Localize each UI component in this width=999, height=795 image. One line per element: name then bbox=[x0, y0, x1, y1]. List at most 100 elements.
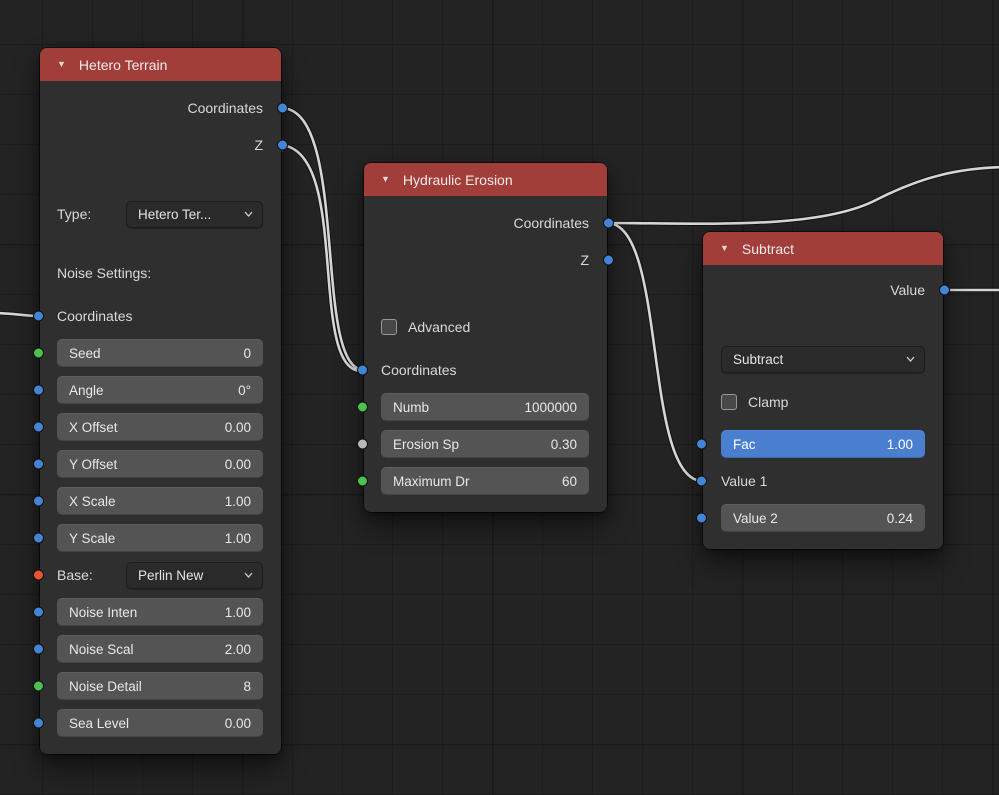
y-scale-slider[interactable]: Y Scale 1.00 bbox=[57, 524, 263, 552]
socket-input-fac[interactable] bbox=[696, 439, 707, 450]
field-label: Noise Inten bbox=[69, 605, 137, 620]
maximum-drops-slider[interactable]: Maximum Dr 60 bbox=[381, 467, 589, 495]
angle-slider[interactable]: Angle 0° bbox=[57, 376, 263, 404]
socket-input-sea-level[interactable] bbox=[33, 718, 44, 729]
output-coordinates: Coordinates bbox=[57, 94, 263, 122]
node-body: Coordinates Z Advanced Coordinates Numb bbox=[364, 196, 607, 512]
input-label: Value 1 bbox=[721, 473, 767, 489]
node-title: Hydraulic Erosion bbox=[403, 172, 513, 188]
node-header-subtract[interactable]: ▼ Subtract bbox=[703, 232, 943, 265]
node-hydraulic-erosion[interactable]: ▼ Hydraulic Erosion Coordinates Z Advanc… bbox=[364, 163, 607, 512]
value2-slider[interactable]: Value 2 0.24 bbox=[721, 504, 925, 532]
node-editor-canvas[interactable]: ▼ Hetero Terrain Coordinates Z Type: Het… bbox=[0, 0, 999, 795]
socket-output-coordinates[interactable] bbox=[603, 218, 614, 229]
clamp-row: Clamp bbox=[721, 388, 925, 416]
input-angle: Angle 0° bbox=[57, 376, 263, 404]
collapse-arrow-icon[interactable]: ▼ bbox=[381, 175, 390, 184]
input-y-scale: Y Scale 1.00 bbox=[57, 524, 263, 552]
socket-input-value2[interactable] bbox=[696, 513, 707, 524]
field-value: 0.00 bbox=[225, 457, 251, 472]
socket-input-noise-intensity[interactable] bbox=[33, 607, 44, 618]
sea-level-slider[interactable]: Sea Level 0.00 bbox=[57, 709, 263, 737]
socket-input-coordinates[interactable] bbox=[357, 365, 368, 376]
y-offset-slider[interactable]: Y Offset 0.00 bbox=[57, 450, 263, 478]
input-erosion-speed: Erosion Sp 0.30 bbox=[381, 430, 589, 458]
socket-input-angle[interactable] bbox=[33, 385, 44, 396]
socket-input-noise-scale[interactable] bbox=[33, 644, 44, 655]
output-label: Coordinates bbox=[514, 215, 590, 231]
input-value1: Value 1 bbox=[721, 467, 925, 495]
input-label: Coordinates bbox=[381, 362, 457, 378]
type-dropdown[interactable]: Hetero Ter... bbox=[126, 201, 263, 228]
clamp-checkbox[interactable] bbox=[721, 394, 737, 410]
socket-input-maximum-drops[interactable] bbox=[357, 476, 368, 487]
x-scale-slider[interactable]: X Scale 1.00 bbox=[57, 487, 263, 515]
field-value: 0.00 bbox=[225, 716, 251, 731]
output-value: Value bbox=[721, 276, 925, 304]
base-dropdown[interactable]: Perlin New bbox=[126, 562, 263, 589]
socket-output-z[interactable] bbox=[603, 255, 614, 266]
input-sea-level: Sea Level 0.00 bbox=[57, 709, 263, 737]
checkbox-label: Clamp bbox=[748, 394, 788, 410]
advanced-checkbox[interactable] bbox=[381, 319, 397, 335]
input-x-scale: X Scale 1.00 bbox=[57, 487, 263, 515]
node-header-hydraulic-erosion[interactable]: ▼ Hydraulic Erosion bbox=[364, 163, 607, 196]
erosion-speed-slider[interactable]: Erosion Sp 0.30 bbox=[381, 430, 589, 458]
input-coordinates: Coordinates bbox=[57, 302, 263, 330]
collapse-arrow-icon[interactable]: ▼ bbox=[720, 244, 729, 253]
socket-input-seed[interactable] bbox=[33, 348, 44, 359]
socket-input-x-scale[interactable] bbox=[33, 496, 44, 507]
number-slider[interactable]: Numb 1000000 bbox=[381, 393, 589, 421]
field-value: 0 bbox=[243, 346, 251, 361]
socket-output-value[interactable] bbox=[939, 285, 950, 296]
socket-input-y-scale[interactable] bbox=[33, 533, 44, 544]
x-offset-slider[interactable]: X Offset 0.00 bbox=[57, 413, 263, 441]
input-maximum-drops: Maximum Dr 60 bbox=[381, 467, 589, 495]
fac-slider[interactable]: Fac 1.00 bbox=[721, 430, 925, 458]
chevron-down-icon bbox=[906, 356, 915, 362]
field-label: Noise Detail bbox=[69, 679, 142, 694]
noise-intensity-slider[interactable]: Noise Inten 1.00 bbox=[57, 598, 263, 626]
noise-settings-heading: Noise Settings: bbox=[57, 259, 263, 287]
field-value: 0.30 bbox=[551, 437, 577, 452]
field-value: 2.00 bbox=[225, 642, 251, 657]
field-label: Fac bbox=[733, 437, 756, 452]
type-value: Hetero Ter... bbox=[138, 207, 211, 222]
node-subtract[interactable]: ▼ Subtract Value Subtract Clamp bbox=[703, 232, 943, 549]
checkbox-label: Advanced bbox=[408, 319, 470, 335]
field-label: Erosion Sp bbox=[393, 437, 459, 452]
field-value: 0.24 bbox=[887, 511, 913, 526]
socket-input-x-offset[interactable] bbox=[33, 422, 44, 433]
socket-input-noise-detail[interactable] bbox=[33, 681, 44, 692]
seed-slider[interactable]: Seed 0 bbox=[57, 339, 263, 367]
socket-input-coordinates[interactable] bbox=[33, 311, 44, 322]
field-label: Value 2 bbox=[733, 511, 778, 526]
socket-input-value1[interactable] bbox=[696, 476, 707, 487]
field-label: Sea Level bbox=[69, 716, 129, 731]
field-value: 1000000 bbox=[524, 400, 577, 415]
socket-input-erosion-speed[interactable] bbox=[357, 439, 368, 450]
input-noise-detail: Noise Detail 8 bbox=[57, 672, 263, 700]
type-row: Type: Hetero Ter... bbox=[57, 200, 263, 228]
noise-detail-slider[interactable]: Noise Detail 8 bbox=[57, 672, 263, 700]
socket-input-y-offset[interactable] bbox=[33, 459, 44, 470]
node-hetero-terrain[interactable]: ▼ Hetero Terrain Coordinates Z Type: Het… bbox=[40, 48, 281, 754]
output-label: Z bbox=[254, 137, 263, 153]
socket-input-number[interactable] bbox=[357, 402, 368, 413]
collapse-arrow-icon[interactable]: ▼ bbox=[57, 60, 66, 69]
field-value: 60 bbox=[562, 474, 577, 489]
field-value: 0° bbox=[238, 383, 251, 398]
socket-input-base[interactable] bbox=[33, 570, 44, 581]
noise-scale-slider[interactable]: Noise Scal 2.00 bbox=[57, 635, 263, 663]
input-y-offset: Y Offset 0.00 bbox=[57, 450, 263, 478]
operation-dropdown[interactable]: Subtract bbox=[721, 346, 925, 373]
field-value: 1.00 bbox=[225, 605, 251, 620]
field-label: X Scale bbox=[69, 494, 116, 509]
node-header-hetero-terrain[interactable]: ▼ Hetero Terrain bbox=[40, 48, 281, 81]
output-z: Z bbox=[381, 246, 589, 274]
operation-value: Subtract bbox=[733, 352, 783, 367]
socket-output-z[interactable] bbox=[277, 140, 288, 151]
node-title: Hetero Terrain bbox=[79, 57, 167, 73]
socket-output-coordinates[interactable] bbox=[277, 103, 288, 114]
output-label: Coordinates bbox=[188, 100, 264, 116]
